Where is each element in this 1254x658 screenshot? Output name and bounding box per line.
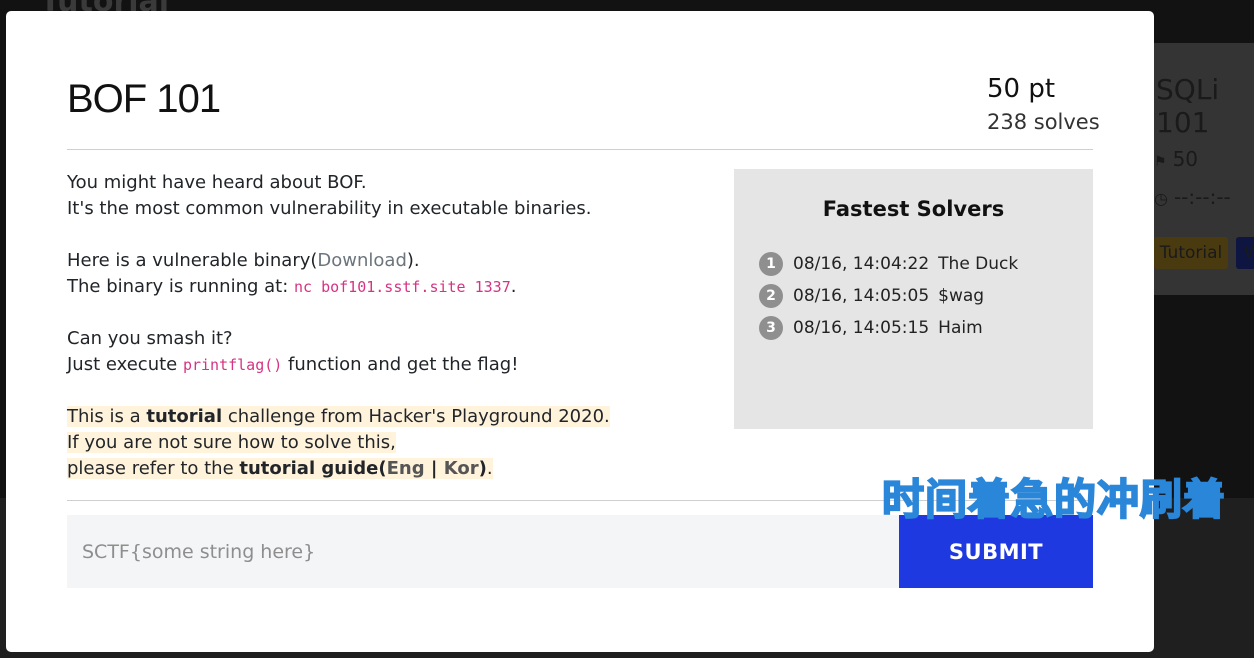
tutorial-notice: This is a tutorial challenge from Hacker… xyxy=(67,404,687,482)
rank-badge: 1 xyxy=(759,252,783,276)
fastest-solvers-panel: Fastest Solvers 1 08/16, 14:04:22 The Du… xyxy=(734,169,1093,429)
highlight-span: If you are not sure how to solve this, xyxy=(67,432,396,453)
solve-time: 08/16, 14:05:05 xyxy=(793,286,930,306)
clock-icon: ◷ xyxy=(1154,189,1168,208)
header-divider xyxy=(67,149,1093,150)
rank-badge: 3 xyxy=(759,316,783,340)
background-card-tag: Tutorial xyxy=(1154,237,1228,269)
description-text: ). xyxy=(406,250,420,271)
description-text: This is a xyxy=(67,406,147,427)
description-text: The binary is running at: xyxy=(67,276,294,297)
description-paragraph-3: Can you smash it? Just execute printflag… xyxy=(67,326,687,378)
tutorial-guide-kor-link[interactable]: Kor xyxy=(444,458,479,479)
solver-row: 3 08/16, 14:05:15 Haim xyxy=(759,315,983,341)
highlight-span: This is a tutorial challenge from Hacker… xyxy=(67,406,610,427)
solve-time: 08/16, 14:04:22 xyxy=(793,254,930,274)
description-line: This is a tutorial challenge from Hacker… xyxy=(67,404,687,430)
challenge-modal: BOF 101 50 pt 238 solves You might have … xyxy=(6,11,1154,652)
solver-row: 2 08/16, 14:05:05 $wag xyxy=(759,283,984,309)
background-card-time: ◷ --:--:-- xyxy=(1154,185,1231,209)
description-text: Just execute xyxy=(67,354,183,375)
description-text: Here is a vulnerable binary( xyxy=(67,250,318,271)
fastest-solvers-title: Fastest Solvers xyxy=(822,197,1005,221)
background-card-title: SQLi 101 xyxy=(1156,73,1220,139)
rank-badge: 2 xyxy=(759,284,783,308)
challenge-description: You might have heard about BOF. It's the… xyxy=(67,170,687,508)
description-text: ) xyxy=(478,458,487,479)
solver-row: 1 08/16, 14:04:22 The Duck xyxy=(759,251,1018,277)
video-subtitle-overlay: 时间着急的冲刷着 xyxy=(881,474,1227,525)
solve-time: 08/16, 14:05:15 xyxy=(793,318,930,338)
function-name-code: printflag() xyxy=(182,356,283,374)
challenge-title: BOF 101 xyxy=(67,77,221,121)
background-card-tag-2: W xyxy=(1236,237,1254,269)
tutorial-guide-eng-link[interactable]: Eng xyxy=(387,458,425,479)
challenge-points: 50 pt xyxy=(987,74,1056,104)
description-line: It's the most common vulnerability in ex… xyxy=(67,198,592,219)
description-text: function and get the flag! xyxy=(282,354,519,375)
download-link[interactable]: Download xyxy=(317,250,406,271)
description-line: The binary is running at: nc bof101.sstf… xyxy=(67,274,687,300)
link-separator: | xyxy=(424,458,444,479)
background-card-time-value: --:--:-- xyxy=(1173,185,1231,209)
solver-name: $wag xyxy=(938,286,985,306)
flag-input[interactable] xyxy=(67,515,899,588)
flag-icon: ⚑ xyxy=(1154,154,1167,170)
description-line: Here is a vulnerable binary(Download). xyxy=(67,248,687,274)
solver-name: The Duck xyxy=(938,254,1019,274)
background-card-points-value: 50 xyxy=(1172,147,1199,171)
description-line: please refer to the tutorial guide(Eng |… xyxy=(67,456,687,482)
description-paragraph-2: Here is a vulnerable binary(Download). T… xyxy=(67,248,687,300)
solver-name: Haim xyxy=(938,318,983,338)
description-text: challenge from Hacker's Playground 2020. xyxy=(222,406,610,427)
description-paragraph-1: You might have heard about BOF. It's the… xyxy=(67,170,687,222)
tutorial-guide-bold: tutorial guide(Eng | Kor) xyxy=(239,458,486,479)
description-text: . xyxy=(486,458,493,479)
description-line: You might have heard about BOF. xyxy=(67,172,367,193)
description-text: . xyxy=(510,276,517,297)
challenge-solves: 238 solves xyxy=(987,110,1100,134)
description-line: Just execute printflag() function and ge… xyxy=(67,352,687,378)
description-line: Can you smash it? xyxy=(67,328,233,349)
highlight-span: please refer to the tutorial guide(Eng |… xyxy=(67,458,493,479)
tutorial-guide-text: tutorial guide( xyxy=(239,458,387,479)
description-text: please refer to the xyxy=(67,458,240,479)
background-card-points: ⚑ 50 xyxy=(1154,147,1198,171)
server-address-code: nc bof101.sstf.site 1337 xyxy=(294,278,511,296)
tutorial-bold-text: tutorial xyxy=(146,406,223,427)
description-line: If you are not sure how to solve this, xyxy=(67,430,687,456)
